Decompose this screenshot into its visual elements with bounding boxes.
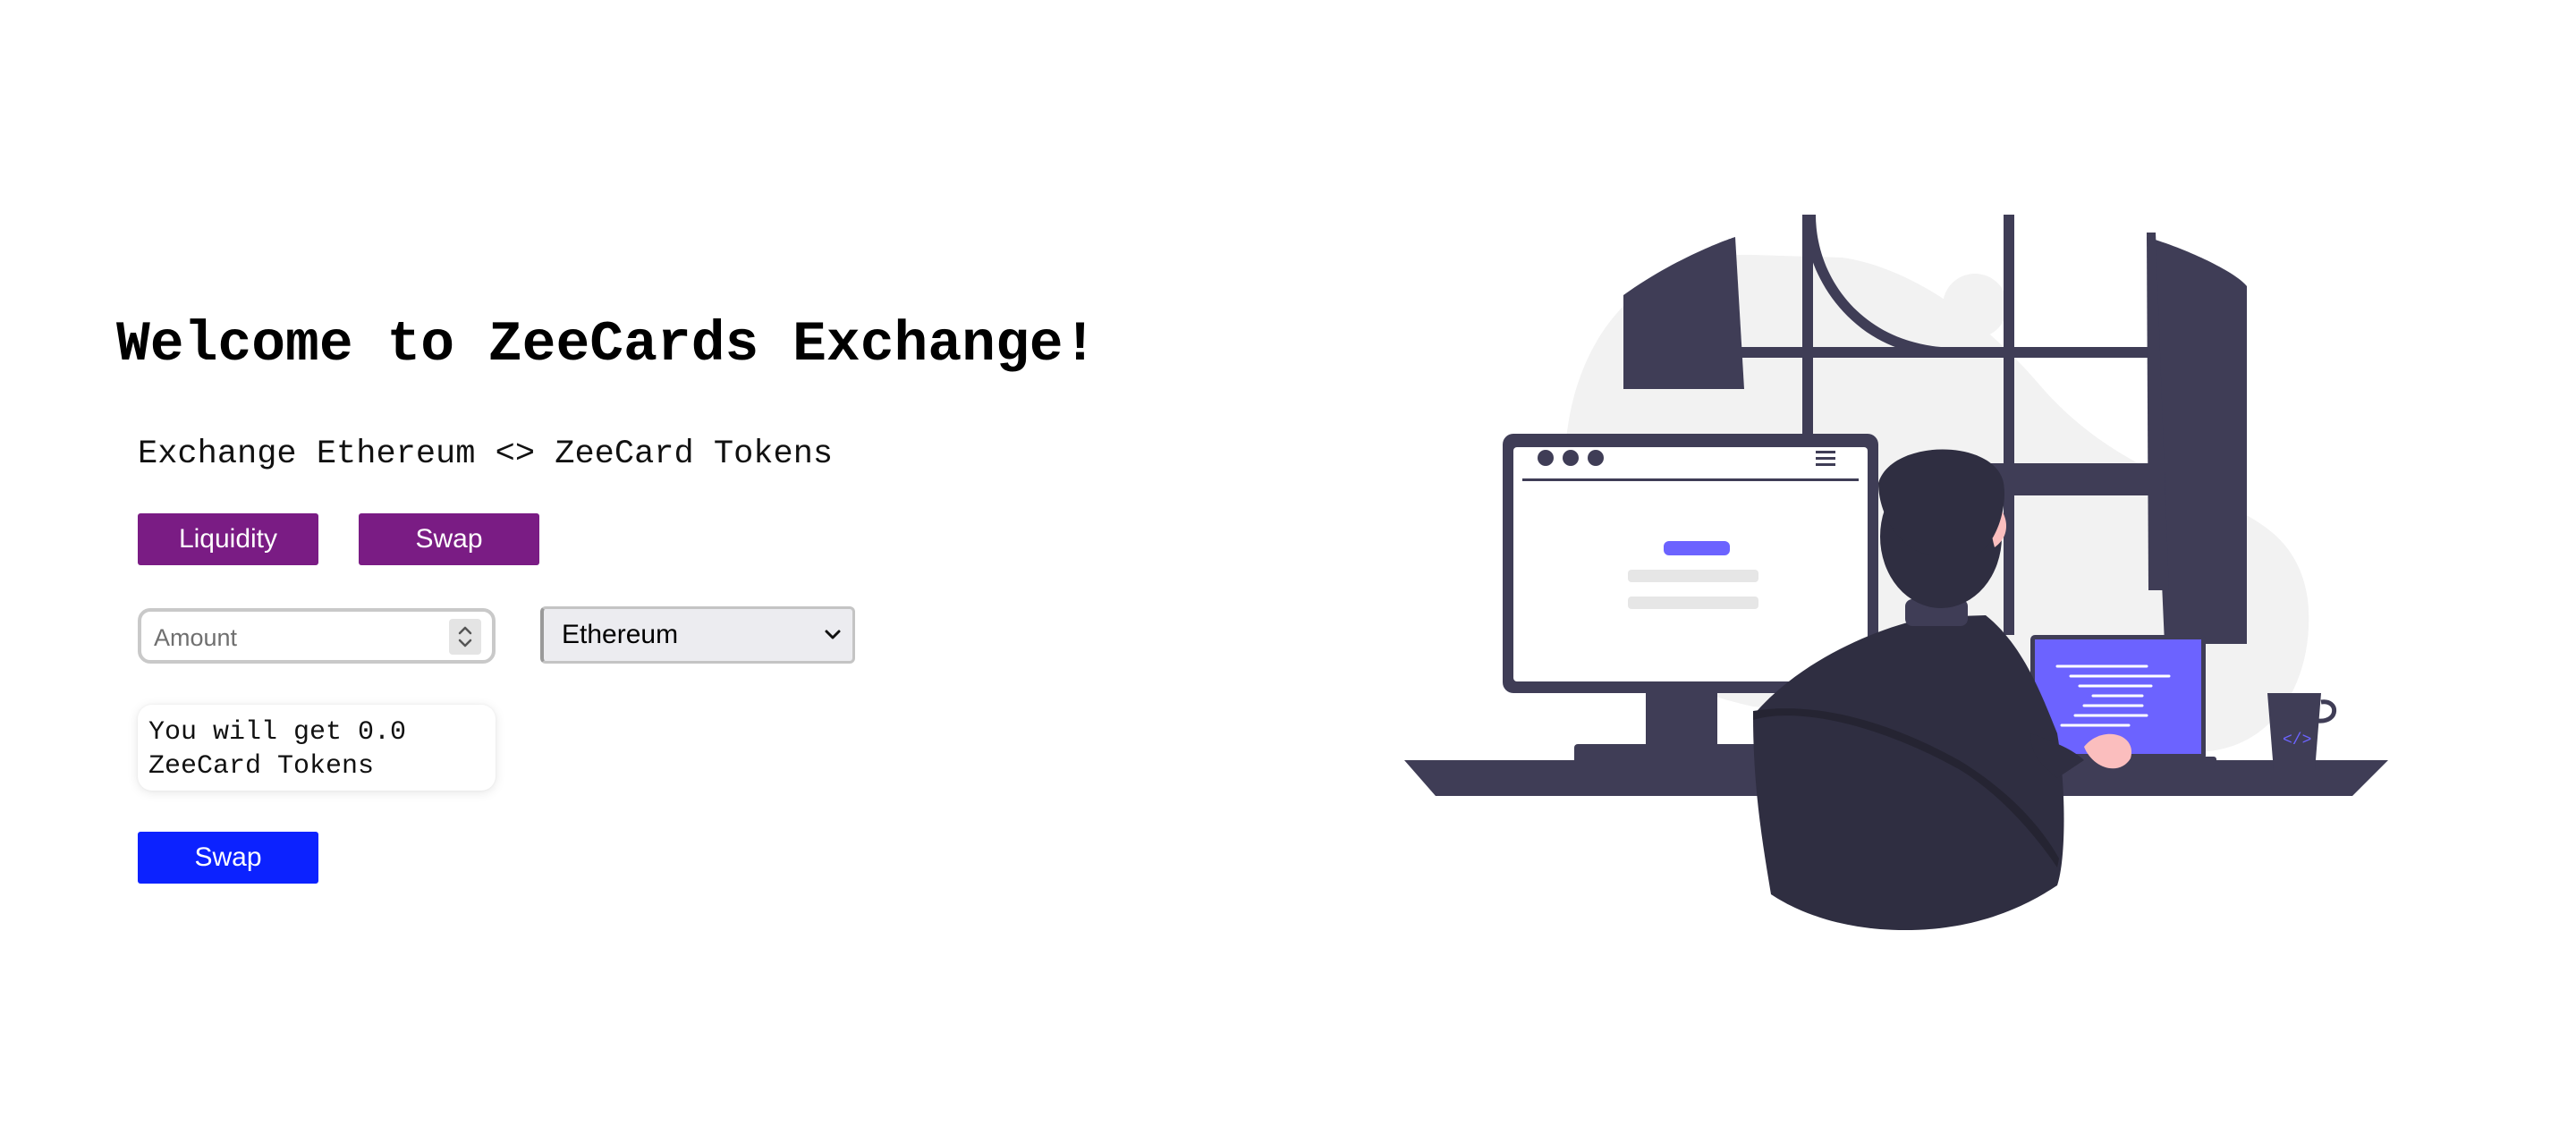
page-subtitle: Exchange Ethereum <> ZeeCard Tokens: [138, 436, 834, 473]
token-select[interactable]: Ethereum: [540, 606, 855, 664]
amount-input[interactable]: [152, 619, 442, 656]
svg-text:</>: </>: [2283, 732, 2311, 749]
liquidity-tab-button[interactable]: Liquidity: [138, 513, 318, 565]
page-title: Welcome to ZeeCards Exchange!: [116, 313, 1097, 377]
exchange-panel: Welcome to ZeeCards Exchange! Exchange E…: [0, 0, 1252, 1134]
developer-at-desk-illustration: </>: [1377, 179, 2451, 984]
up-down-chevron-icon[interactable]: [449, 619, 481, 655]
swap-tab-button[interactable]: Swap: [359, 513, 539, 565]
swap-submit-button[interactable]: Swap: [138, 832, 318, 884]
chevron-down-icon: [824, 629, 842, 646]
token-select-value: Ethereum: [562, 620, 679, 649]
conversion-result: You will get 0.0 ZeeCard Tokens: [138, 705, 496, 791]
amount-field[interactable]: [138, 608, 496, 664]
